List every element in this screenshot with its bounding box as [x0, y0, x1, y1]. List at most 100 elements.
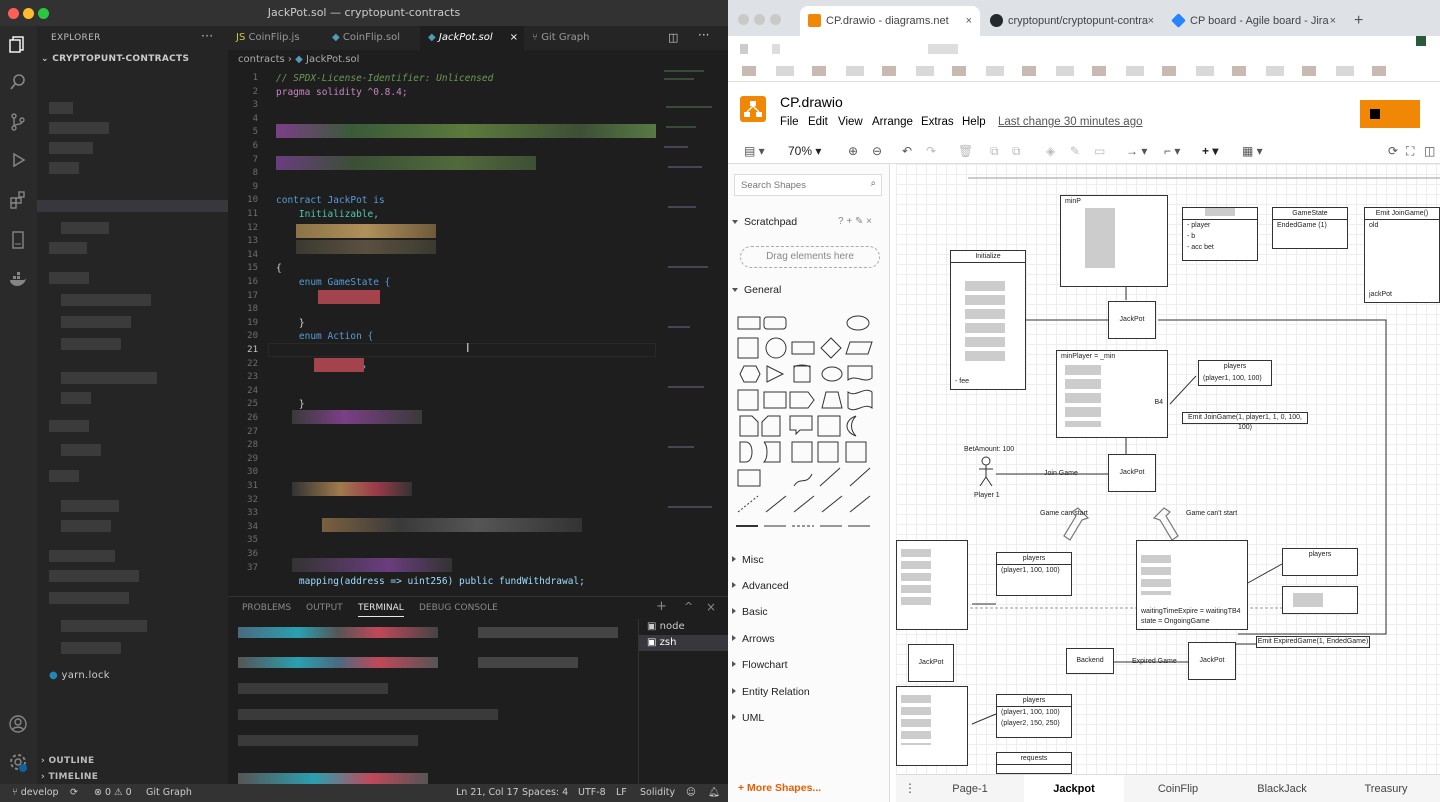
- section-basic[interactable]: Basic: [732, 606, 768, 618]
- terminal-node[interactable]: ▣ node: [647, 621, 685, 632]
- insert-icon[interactable]: + ▾: [1202, 144, 1218, 158]
- menu-edit[interactable]: Edit: [808, 116, 828, 128]
- split-editor-icon[interactable]: ◫: [668, 31, 678, 44]
- page-tab-blackjack[interactable]: BlackJack: [1232, 775, 1332, 802]
- document-title[interactable]: CP.drawio: [780, 94, 843, 110]
- page-tab-treasury[interactable]: Treasury: [1336, 775, 1436, 802]
- tab-debug-console[interactable]: DEBUG CONSOLE: [419, 603, 498, 613]
- extension-icon[interactable]: [1416, 36, 1426, 46]
- tab-output[interactable]: OUTPUT: [306, 603, 343, 613]
- browser-tab-drawio[interactable]: CP.drawio - diagrams.net ×: [800, 6, 980, 36]
- search-shapes-input[interactable]: Search Shapes ⌕: [734, 174, 882, 196]
- more-shapes-button[interactable]: + More Shapes...: [738, 782, 821, 794]
- file-tree-item[interactable]: [61, 642, 121, 654]
- section-misc[interactable]: Misc: [732, 554, 764, 566]
- browser-tab-github[interactable]: cryptopunt/cryptopunt-contrac ×: [982, 6, 1162, 36]
- jackpot-node[interactable]: JackPot: [1108, 301, 1156, 339]
- page-tab-1[interactable]: Page-1: [920, 775, 1020, 802]
- remote-explorer-icon[interactable]: [8, 230, 28, 250]
- format-panel-icon[interactable]: ▤ ▾: [744, 144, 765, 158]
- terminal-zsh[interactable]: ▣ zsh: [639, 635, 728, 651]
- file-tree-item[interactable]: [61, 520, 111, 532]
- format-toggle-icon[interactable]: ◫: [1424, 144, 1435, 158]
- sync-icon[interactable]: ⟳: [70, 784, 78, 802]
- players-box[interactable]: players (player1, 100, 100): [996, 552, 1072, 596]
- terminal-output[interactable]: [238, 627, 628, 784]
- section-general[interactable]: General: [732, 284, 781, 296]
- tab-coinflip-sol[interactable]: ◆ CoinFlip.sol: [324, 26, 420, 50]
- emit-joingame-event[interactable]: Emit JoinGame(1, player1, 1, 0, 100, 100…: [1182, 412, 1308, 431]
- maximize-window-icon[interactable]: [770, 14, 781, 25]
- notifications-bell-icon[interactable]: 🔔︎: [708, 784, 720, 802]
- encoding[interactable]: UTF-8: [578, 784, 606, 802]
- file-tree-item[interactable]: [61, 444, 101, 456]
- player-actor-icon[interactable]: [976, 456, 996, 488]
- diagram-canvas[interactable]: minP Initialize - fee - player - b - acc…: [896, 164, 1440, 774]
- file-tree-item[interactable]: [61, 222, 109, 234]
- explorer-icon[interactable]: [8, 34, 28, 54]
- file-tree-item[interactable]: [61, 294, 151, 306]
- file-tree-item[interactable]: [49, 102, 73, 114]
- more-actions-icon[interactable]: ···: [698, 28, 709, 42]
- file-tree-item[interactable]: [61, 620, 147, 632]
- close-tab-icon[interactable]: ×: [510, 26, 518, 50]
- maximize-panel-icon[interactable]: ^: [684, 600, 693, 613]
- page-tab-coinflip[interactable]: CoinFlip: [1128, 775, 1228, 802]
- language-mode[interactable]: Solidity: [640, 784, 675, 802]
- fill-color-icon[interactable]: ◈: [1046, 144, 1055, 158]
- min-max-box[interactable]: [896, 686, 968, 766]
- line-color-icon[interactable]: ✎: [1070, 144, 1080, 158]
- requests-box[interactable]: requests: [996, 752, 1072, 774]
- players-box[interactable]: players (player1, 100, 100) (player2, 15…: [996, 694, 1072, 738]
- close-window-icon[interactable]: [738, 14, 749, 25]
- maximize-window-icon[interactable]: [38, 8, 49, 19]
- page-tab-jackpot[interactable]: Jackpot: [1024, 775, 1124, 802]
- jackpot-node[interactable]: JackPot: [1108, 454, 1156, 492]
- close-tab-icon[interactable]: ×: [966, 6, 972, 36]
- players-box-redacted[interactable]: [1282, 586, 1358, 614]
- browser-tab-jira[interactable]: CP board - Agile board - Jira ×: [1164, 6, 1344, 36]
- file-tree-item[interactable]: [49, 162, 79, 174]
- close-tab-icon[interactable]: ×: [1147, 6, 1154, 36]
- menu-arrange[interactable]: Arrange: [872, 116, 913, 128]
- tab-problems[interactable]: PROBLEMS: [242, 603, 291, 613]
- file-tree-item[interactable]: [61, 500, 119, 512]
- file-tree-item[interactable]: [49, 550, 115, 562]
- more-actions-icon[interactable]: ···: [201, 29, 213, 43]
- backend-node[interactable]: Backend: [1066, 648, 1114, 674]
- zoom-in-icon[interactable]: ⊕: [848, 144, 858, 158]
- zoom-select[interactable]: 70% ▾: [788, 144, 821, 158]
- file-tree-item[interactable]: [49, 272, 89, 284]
- delete-icon[interactable]: 🗑︎: [958, 144, 973, 158]
- fullscreen-icon[interactable]: ⛶: [1406, 144, 1414, 159]
- jackpot-node[interactable]: JackPot: [1188, 642, 1236, 680]
- gamestate-box[interactable]: GameState EndedGame (1): [1272, 207, 1348, 249]
- shadow-icon[interactable]: ▭: [1094, 144, 1105, 158]
- last-change-link[interactable]: Last change 30 minutes ago: [998, 116, 1143, 128]
- file-tree-item[interactable]: [49, 242, 87, 254]
- state-variables-box[interactable]: minP: [1060, 195, 1168, 287]
- breadcrumb-folder[interactable]: contracts: [238, 54, 285, 65]
- menu-help[interactable]: Help: [962, 116, 986, 128]
- account-icon[interactable]: [8, 714, 28, 734]
- timeline-section[interactable]: › TIMELINE: [41, 772, 98, 782]
- new-tab-icon[interactable]: +: [1354, 12, 1363, 30]
- section-advanced[interactable]: Advanced: [732, 580, 789, 592]
- undo-icon[interactable]: ↶: [902, 144, 912, 158]
- minimap[interactable]: [662, 66, 718, 596]
- tab-git-graph[interactable]: ⑂ Git Graph: [524, 26, 620, 50]
- git-branch[interactable]: ⑂ develop: [12, 784, 59, 802]
- file-tree-item[interactable]: [61, 372, 157, 384]
- section-scratchpad[interactable]: Scratchpad: [732, 216, 797, 228]
- file-tree-item[interactable]: [49, 420, 89, 432]
- joingame-logic-box[interactable]: minPlayer = _min B4: [1056, 350, 1168, 438]
- share-button[interactable]: [1360, 100, 1420, 128]
- players-box[interactable]: players (player1, 100, 100): [1198, 360, 1272, 386]
- emit-expiredgame-event[interactable]: Emit ExpiredGame(1, EndedGame): [1256, 636, 1370, 648]
- file-tree-item[interactable]: [49, 470, 79, 482]
- tab-terminal[interactable]: TERMINAL: [358, 603, 404, 617]
- file-tree-item-selected[interactable]: [37, 200, 228, 212]
- outline-section[interactable]: › OUTLINE: [41, 756, 94, 766]
- tab-coinflip-js[interactable]: JS CoinFlip.js: [228, 26, 324, 50]
- redo-icon[interactable]: ↷: [926, 144, 936, 158]
